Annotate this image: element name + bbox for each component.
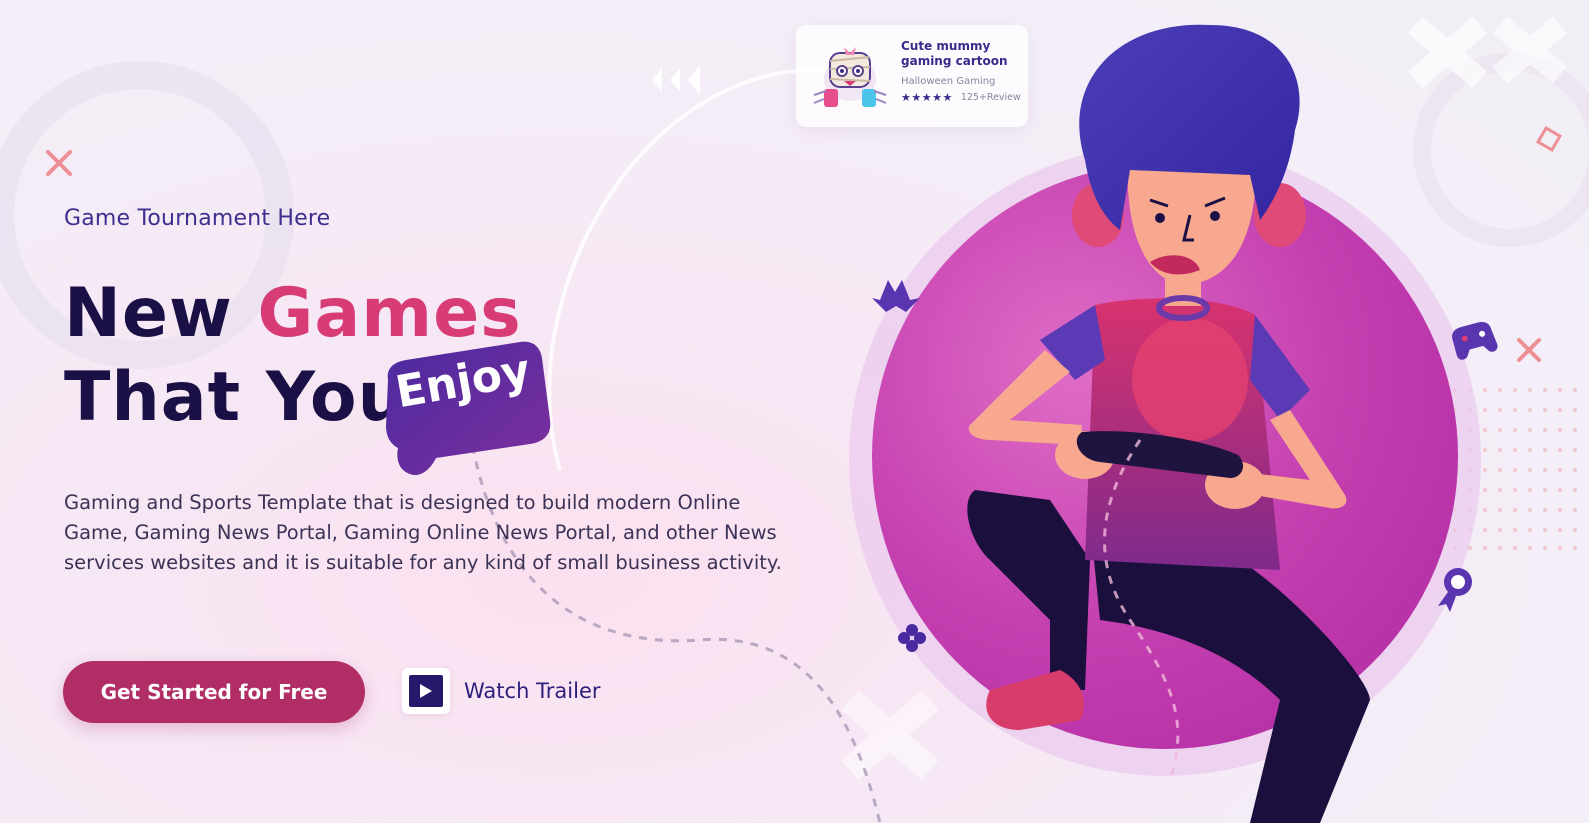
hero-description: Gaming and Sports Template that is desig…	[64, 491, 782, 574]
play-icon	[409, 675, 443, 707]
eyebrow-text: Game Tournament Here	[64, 206, 331, 231]
cross-icon	[46, 150, 72, 176]
watch-trailer-label: Watch Trailer	[464, 679, 601, 703]
get-started-button[interactable]: Get Started for Free	[63, 661, 365, 723]
watch-trailer-link[interactable]: Watch Trailer	[402, 668, 601, 714]
headline-part-1: New	[64, 274, 258, 353]
gamer-illustration	[849, 24, 1498, 823]
controller-icon	[1452, 322, 1498, 360]
play-button[interactable]	[402, 668, 450, 714]
headline-part-2: That You	[64, 358, 407, 437]
